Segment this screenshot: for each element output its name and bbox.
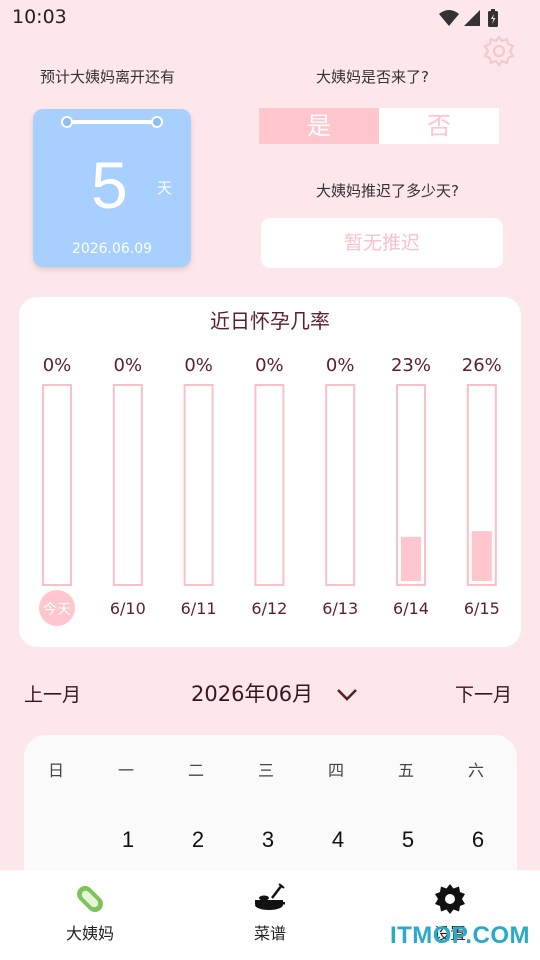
calendar-binder-bar xyxy=(65,120,159,124)
weekday-header: 二 xyxy=(187,761,204,780)
category-label: 6/14 xyxy=(393,599,429,618)
bar-track xyxy=(42,384,72,586)
value-label: 0% xyxy=(326,355,355,376)
nav-item-period[interactable]: 大姨妈 xyxy=(40,882,140,944)
category-label: 6/11 xyxy=(181,599,217,618)
value-label: 0% xyxy=(43,355,72,376)
month-title[interactable]: 2026年06月 xyxy=(191,678,313,708)
pregnancy-chance-chart: 0% 今天 0% 6/10 0% 6/11 0% 6/12 0% 6/13 23% 6/14 26% 6/… xyxy=(39,355,502,626)
end-date: 2026.06.09 xyxy=(71,241,153,257)
calendar-day[interactable]: 3 xyxy=(248,827,288,853)
pregnancy-chance-card: 近日怀孕几率 0% 今天 0% 6/10 0% 6/11 0% 6/12 0% 6/13 23% 6/… xyxy=(19,297,521,647)
weekday-header: 五 xyxy=(397,761,414,780)
category-label: 6/13 xyxy=(322,599,358,618)
nav-label-period: 大姨妈 xyxy=(65,924,114,943)
delay-question: 大姨妈推迟了多少天? xyxy=(316,182,459,200)
value-label: 0% xyxy=(114,355,143,376)
bar-track xyxy=(183,384,214,586)
weekday-header: 四 xyxy=(327,761,344,780)
month-navigation: 上一月 2026年06月 下一月 xyxy=(0,676,540,710)
delay-days-field[interactable]: 暂无推迟 xyxy=(261,218,503,268)
value-label: 0% xyxy=(184,355,213,376)
category-label: 今天 xyxy=(43,602,71,618)
bar-fill xyxy=(471,531,492,581)
calendar-day[interactable]: 4 xyxy=(318,827,358,853)
value-label: 26% xyxy=(462,355,502,376)
calendar-day[interactable]: 5 xyxy=(388,827,428,853)
status-time: 10:03 xyxy=(12,6,67,28)
status-icons xyxy=(439,9,498,27)
gear-icon xyxy=(435,884,465,914)
weekday-header: 六 xyxy=(467,761,484,780)
value-label: 23% xyxy=(391,355,431,376)
calendar-day[interactable]: 1 xyxy=(108,827,148,853)
chevron-down-icon[interactable] xyxy=(334,682,360,706)
cooking-pot-icon xyxy=(255,883,285,910)
yes-button[interactable]: 是 xyxy=(259,108,379,144)
settings-gear-icon[interactable] xyxy=(482,34,516,68)
binder-ring-right xyxy=(151,116,163,128)
came-question: 大姨妈是否来了? xyxy=(316,68,429,86)
no-button[interactable]: 否 xyxy=(379,108,499,144)
bar-track xyxy=(254,384,285,586)
days-remaining: 5 xyxy=(91,148,128,222)
bar-track xyxy=(325,384,356,586)
nav-label-recipes: 菜谱 xyxy=(253,924,286,943)
wifi-icon xyxy=(439,10,459,26)
category-label: 6/15 xyxy=(464,599,500,618)
prev-month-button[interactable]: 上一月 xyxy=(24,680,81,707)
pad-icon xyxy=(77,886,103,912)
nav-item-recipes[interactable]: 菜谱 xyxy=(220,882,320,944)
weekday-header: 一 xyxy=(117,761,134,780)
days-unit: 天 xyxy=(157,179,173,197)
category-label: 6/10 xyxy=(110,599,146,618)
countdown-card: 5 天 2026.06.09 xyxy=(33,109,191,267)
weekday-header: 三 xyxy=(257,761,274,780)
status-bar: 10:03 xyxy=(0,0,540,36)
bar-fill xyxy=(401,536,421,581)
period-came-toggle: 是 否 xyxy=(259,108,499,144)
remaining-label: 预计大姨妈离开还有 xyxy=(40,68,176,86)
next-month-button[interactable]: 下一月 xyxy=(455,680,512,707)
calendar-day[interactable]: 6 xyxy=(458,827,498,853)
calendar-day[interactable]: 2 xyxy=(178,827,218,853)
category-label: 6/12 xyxy=(251,599,287,618)
binder-ring-left xyxy=(61,116,73,128)
weekday-header: 日 xyxy=(47,761,64,780)
bar-track xyxy=(112,384,143,586)
signal-icon xyxy=(464,10,480,26)
watermark-text: ITMOP.COM xyxy=(389,922,530,949)
value-label: 0% xyxy=(255,355,284,376)
